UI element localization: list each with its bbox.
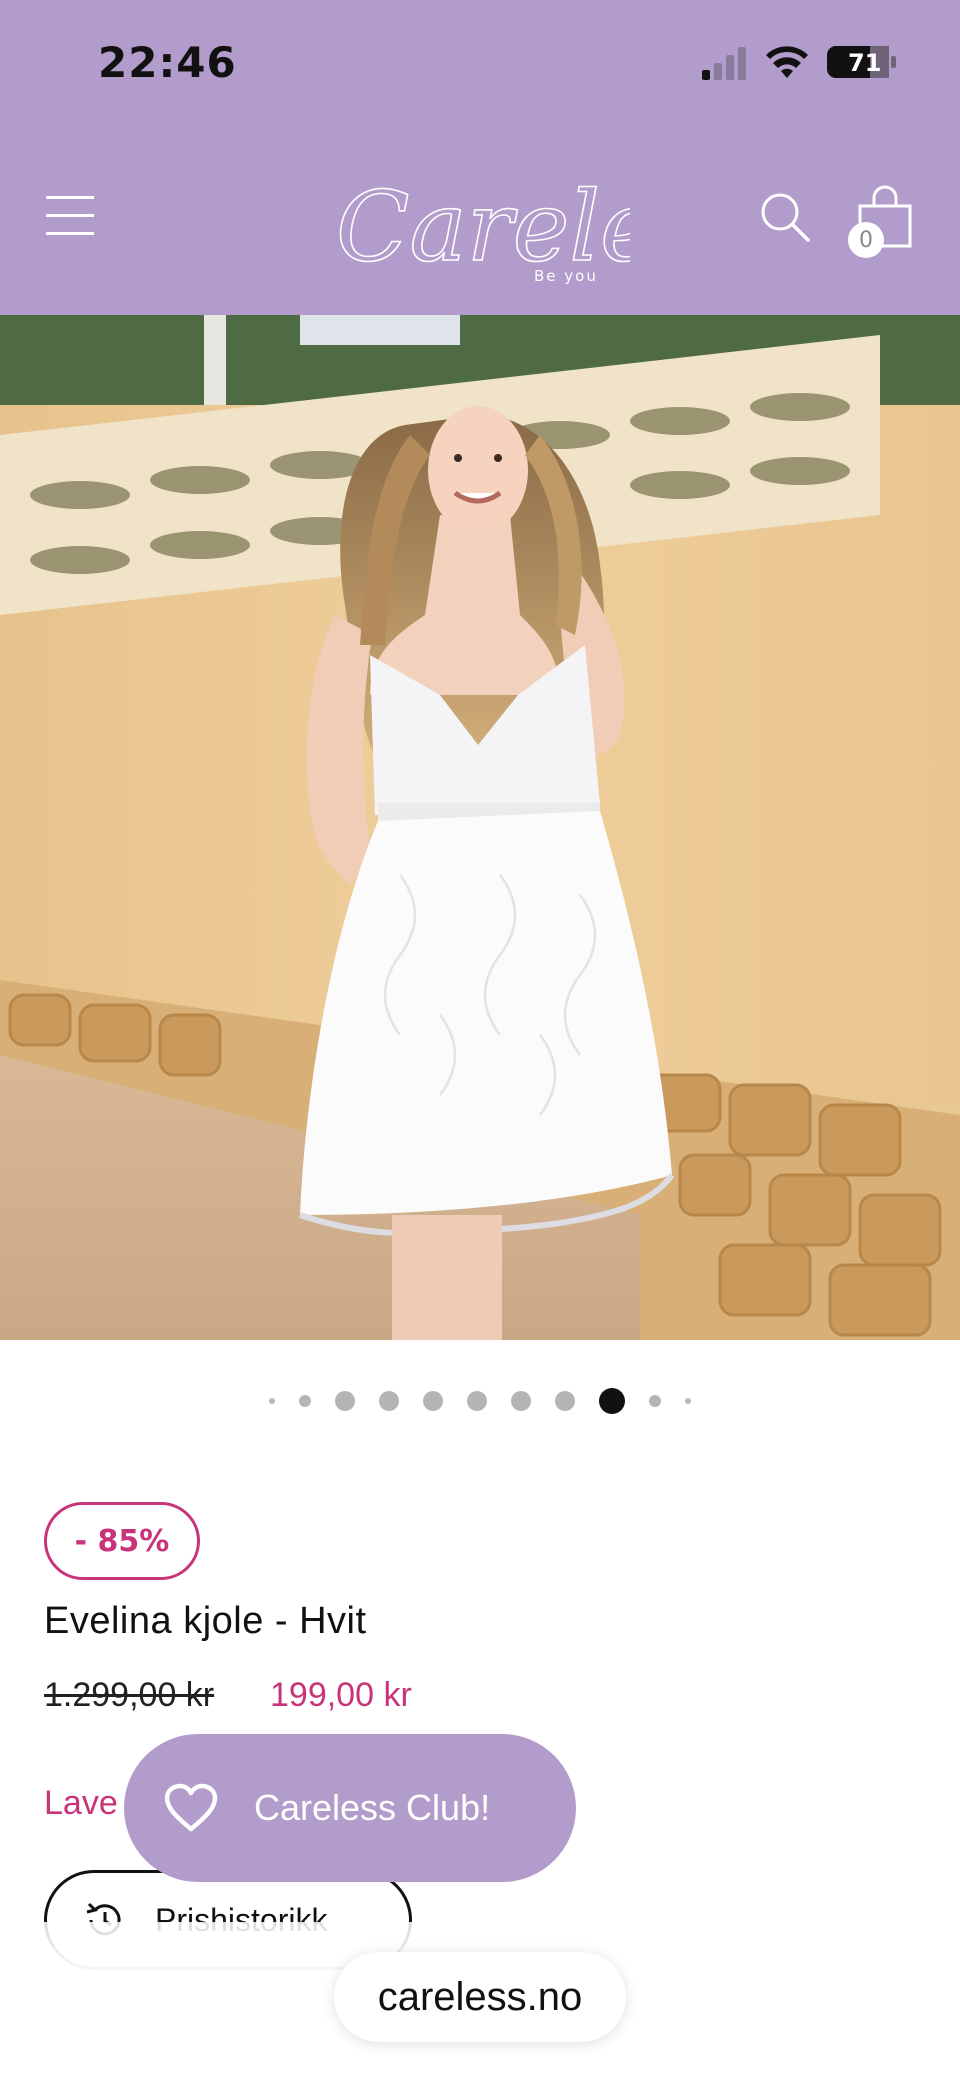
gallery-dot[interactable] <box>269 1398 275 1404</box>
gallery-dot[interactable] <box>423 1391 443 1411</box>
search-icon[interactable] <box>758 190 812 244</box>
cart-count-badge[interactable]: 0 <box>848 222 884 258</box>
product-title: Evelina kjole - Hvit <box>44 1600 367 1642</box>
discount-badge: - 85% <box>44 1502 200 1580</box>
original-price: 1.299,00 kr <box>44 1676 215 1714</box>
gallery-dot[interactable] <box>299 1395 311 1407</box>
address-bar[interactable]: careless.no <box>334 1952 626 2042</box>
gallery-dot[interactable] <box>685 1398 691 1404</box>
careless-club-label: Careless Club! <box>254 1787 491 1828</box>
battery-icon: 71 <box>826 44 898 80</box>
battery-level: 71 <box>848 49 881 77</box>
logo-tagline: Be you <box>534 267 598 285</box>
menu-icon[interactable] <box>46 192 96 240</box>
gallery-dot[interactable] <box>379 1391 399 1411</box>
careless-club-button[interactable]: Careless Club! <box>124 1734 576 1882</box>
wifi-icon <box>766 46 808 78</box>
site-logo[interactable]: Careless Be you <box>330 140 756 300</box>
gallery-dot-active[interactable] <box>599 1388 625 1414</box>
site-header: 22:46 71 Careless Be you <box>0 0 960 315</box>
gallery-dot[interactable] <box>511 1391 531 1411</box>
heart-icon <box>164 1783 218 1832</box>
gallery-dot[interactable] <box>467 1391 487 1411</box>
gallery-dot[interactable] <box>555 1391 575 1411</box>
gallery-dot[interactable] <box>649 1395 661 1407</box>
gallery-dot[interactable] <box>335 1391 355 1411</box>
signal-icon <box>702 47 746 80</box>
status-time: 22:46 <box>98 38 237 87</box>
lowest-price-label: Lave <box>44 1784 118 1822</box>
sale-price: 199,00 kr <box>270 1676 412 1714</box>
product-image[interactable] <box>0 315 960 1340</box>
gallery-pagination <box>0 1384 960 1418</box>
